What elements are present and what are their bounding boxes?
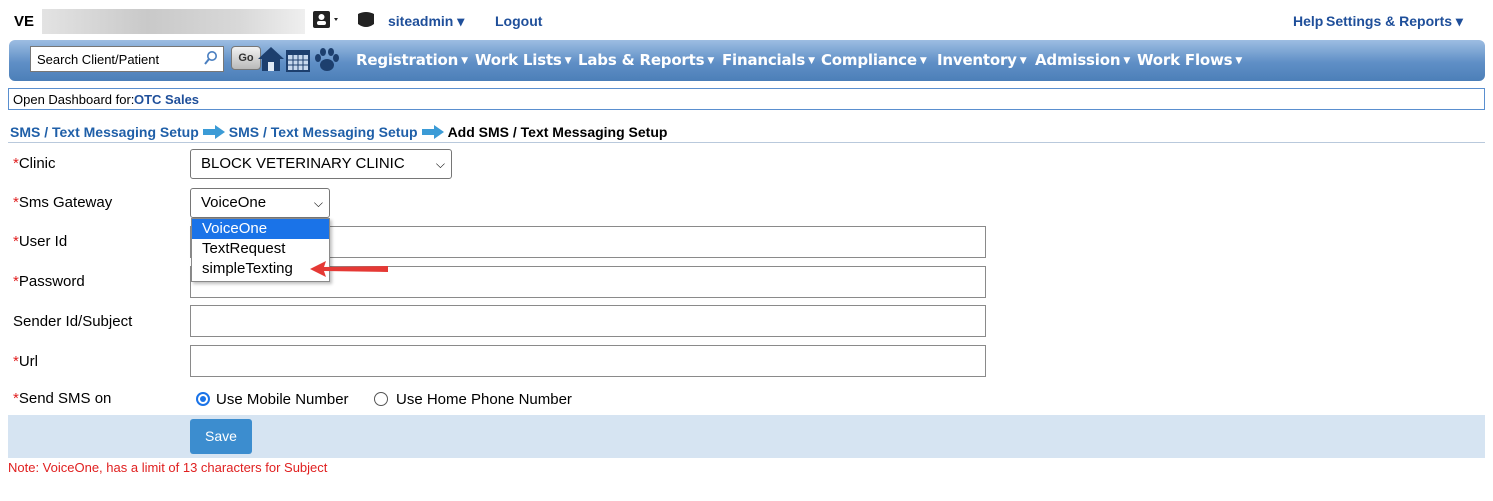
sms-gateway-label: *Sms Gateway <box>13 194 113 211</box>
arrow-right-icon <box>202 125 225 142</box>
search-icon[interactable] <box>203 50 219 69</box>
url-input[interactable] <box>190 345 986 377</box>
home-phone-radio[interactable] <box>374 392 388 406</box>
paw-icon[interactable] <box>313 46 341 77</box>
gateway-option[interactable]: VoiceOne <box>192 219 329 239</box>
sender-id-input[interactable] <box>190 305 986 337</box>
logout-link[interactable]: Logout <box>495 13 542 29</box>
chevron-down-icon: ⌵ <box>435 157 445 171</box>
menu-registration[interactable]: Registration ▼ <box>356 51 468 69</box>
url-label: *Url <box>13 353 39 370</box>
settings-reports-menu[interactable]: Settings & Reports ▾ <box>1326 13 1463 30</box>
user-badge-icon[interactable] <box>356 10 384 33</box>
divider <box>8 142 1485 143</box>
main-nav: Search Client/Patient Go Registration ▼ … <box>9 40 1485 81</box>
password-label: *Password <box>13 273 85 290</box>
redacted-practice-name <box>42 9 305 34</box>
calendar-icon[interactable] <box>285 47 311 76</box>
search-input[interactable]: Search Client/Patient <box>30 46 224 72</box>
breadcrumb-current: Add SMS / Text Messaging Setup <box>447 124 668 140</box>
menu-labs-reports[interactable]: Labs & Reports ▼ <box>578 51 714 69</box>
sms-gateway-select[interactable]: VoiceOne ⌵ <box>190 188 330 218</box>
user-menu[interactable]: siteadmin ▾ <box>388 13 464 30</box>
annotation-arrow-icon <box>308 258 392 283</box>
sender-id-label: Sender Id/Subject <box>13 313 133 330</box>
gateway-option[interactable]: TextRequest <box>192 239 329 259</box>
home-phone-label: Use Home Phone Number <box>396 391 572 408</box>
dashboard-bar: Open Dashboard for: OTC Sales <box>8 88 1485 110</box>
menu-admission[interactable]: Admission ▼ <box>1035 51 1130 69</box>
mobile-number-radio[interactable] <box>196 392 210 406</box>
mobile-number-label: Use Mobile Number <box>216 391 349 408</box>
help-link[interactable]: Help <box>1293 13 1323 29</box>
contact-card-icon[interactable] <box>312 10 342 33</box>
breadcrumb-item[interactable]: SMS / Text Messaging Setup <box>229 124 418 140</box>
send-sms-label: *Send SMS on <box>13 390 112 407</box>
breadcrumb: SMS / Text Messaging Setup SMS / Text Mes… <box>10 124 667 142</box>
clinic-select[interactable]: BLOCK VETERINARY CLINIC ⌵ <box>190 149 452 179</box>
menu-financials[interactable]: Financials ▼ <box>722 51 815 69</box>
arrow-right-icon <box>421 125 444 142</box>
dashboard-label: Open Dashboard for: <box>13 92 135 107</box>
menu-compliance[interactable]: Compliance ▼ <box>821 51 927 69</box>
menu-work-lists[interactable]: Work Lists ▼ <box>475 51 572 69</box>
menu-work-flows[interactable]: Work Flows ▼ <box>1137 51 1242 69</box>
chevron-down-icon: ⌵ <box>313 196 323 210</box>
menu-inventory[interactable]: Inventory ▼ <box>937 51 1027 69</box>
save-button[interactable]: Save <box>190 419 252 454</box>
home-icon[interactable] <box>257 45 285 76</box>
dashboard-link[interactable]: OTC Sales <box>134 92 199 107</box>
practice-name: VE <box>14 13 35 30</box>
clinic-label: *Clinic <box>13 155 56 172</box>
user-id-label: *User Id <box>13 233 68 250</box>
gateway-note: Note: VoiceOne, has a limit of 13 charac… <box>8 460 328 475</box>
top-bar: VE siteadmin ▾ Logout Help Settings & Re… <box>0 0 1493 40</box>
breadcrumb-item[interactable]: SMS / Text Messaging Setup <box>10 124 199 140</box>
